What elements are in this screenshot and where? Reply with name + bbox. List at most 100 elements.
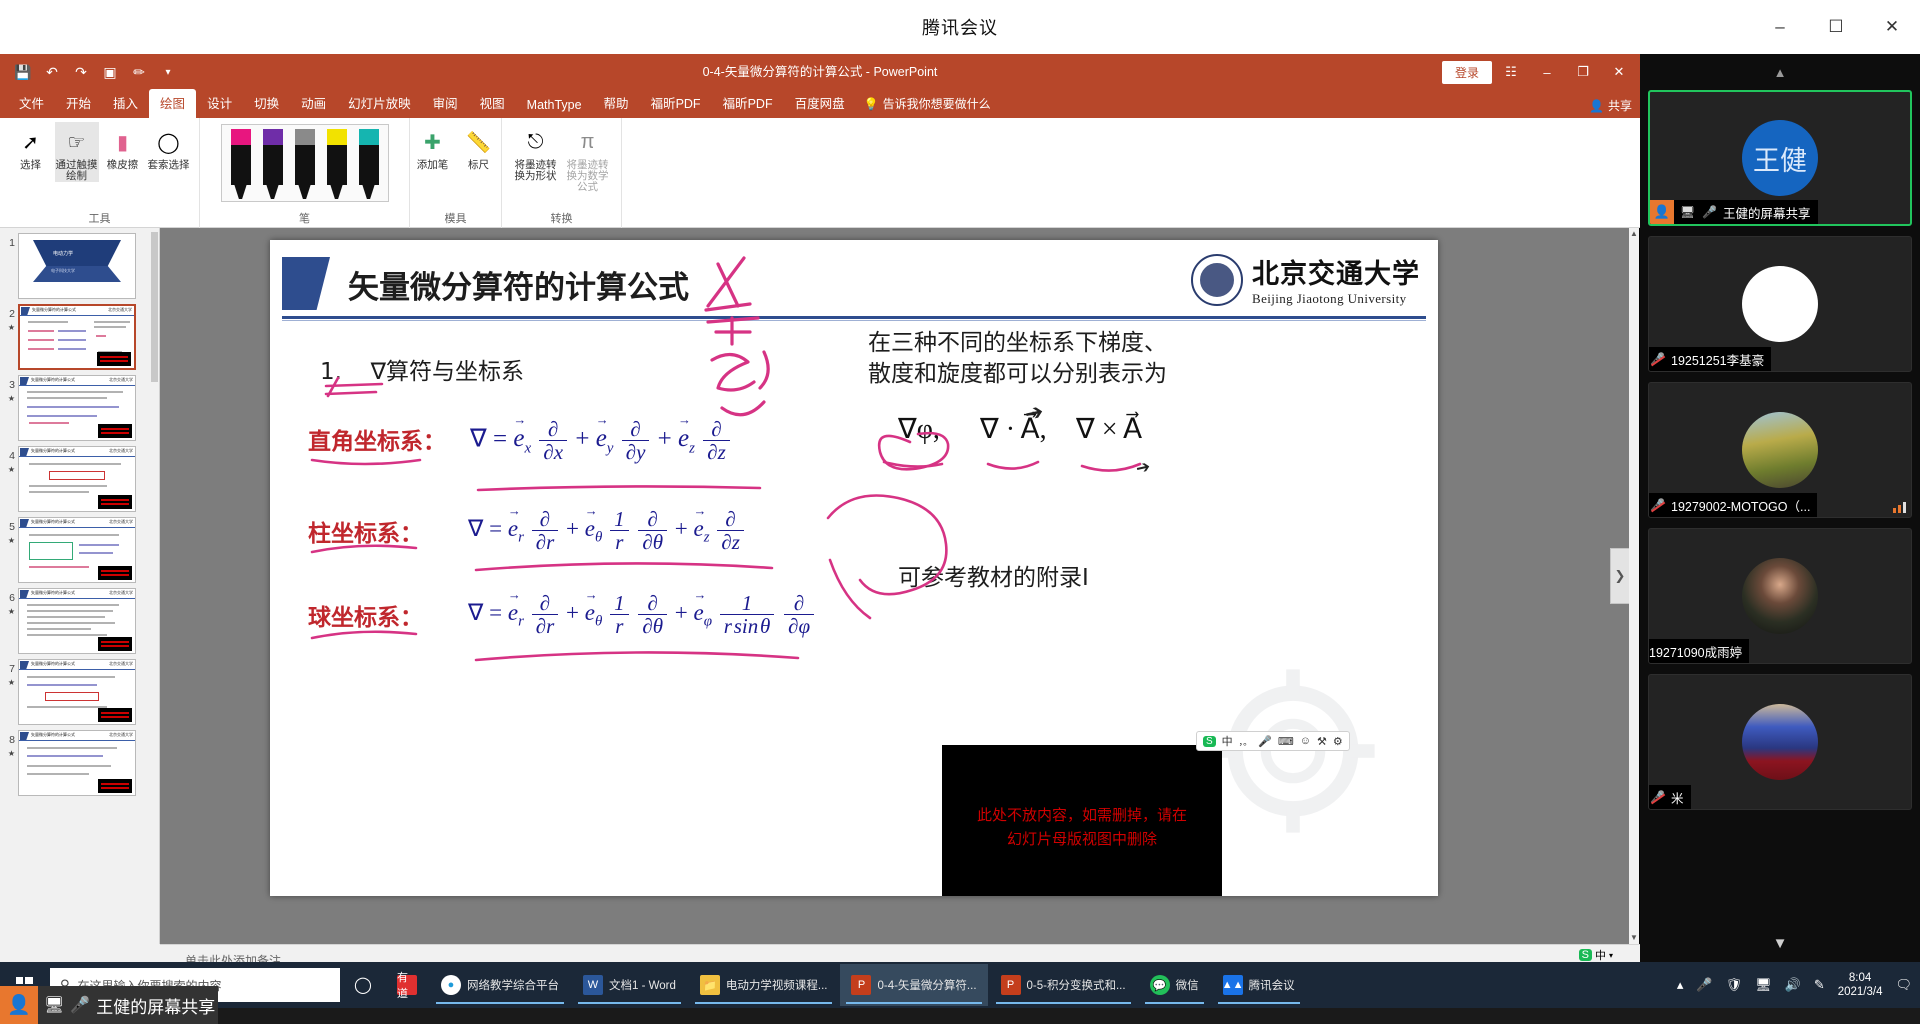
tab-design[interactable]: 设计 xyxy=(196,89,243,118)
tab-baidu-netdisk[interactable]: 百度网盘 xyxy=(784,89,856,118)
participants-scroll-down-button[interactable]: ▼ xyxy=(1640,928,1920,958)
tab-file[interactable]: 文件 xyxy=(8,89,55,118)
tab-draw[interactable]: 绘图 xyxy=(149,89,197,118)
emoji-icon[interactable]: ☺ xyxy=(1300,735,1311,747)
chevron-up-icon[interactable]: ▴ xyxy=(1677,977,1684,993)
ribbon-display-options-icon[interactable]: ☷ xyxy=(1494,57,1528,87)
thumbnail-item[interactable]: 6 ★ 矢量微分算符的计算公式 北京交通大学 xyxy=(0,583,159,654)
slide-thumbnail-5[interactable]: 矢量微分算符的计算公式 北京交通大学 xyxy=(18,517,136,583)
pen-purple[interactable] xyxy=(260,129,286,199)
share-button[interactable]: 👤 共享 xyxy=(1589,97,1632,114)
scroll-down-icon[interactable]: ▼ xyxy=(1629,932,1639,944)
participant-tile[interactable]: 19271090成雨婷 xyxy=(1648,528,1912,664)
thumbnail-item[interactable]: 8 ★ 矢量微分算符的计算公式 北京交通大学 xyxy=(0,725,159,796)
sogou-logo-icon[interactable]: S xyxy=(1203,735,1216,747)
tab-slideshow[interactable]: 幻灯片放映 xyxy=(337,89,422,118)
maximize-button[interactable]: ☐ xyxy=(1808,0,1864,54)
taskbar-item-teaching-platform[interactable]: ● 网络教学综合平台 xyxy=(430,964,570,1006)
slide-thumbnail-3[interactable]: 矢量微分算符的计算公式 北京交通大学 xyxy=(18,375,136,441)
slide-thumbnail-4[interactable]: 矢量微分算符的计算公式 北京交通大学 xyxy=(18,446,136,512)
draw-with-touch-button[interactable]: ☞ 通过触摸绘制 xyxy=(54,122,99,183)
thumbnail-item[interactable]: 7 ★ 矢量微分算符的计算公式 北京交通大学 xyxy=(0,654,159,725)
slide-thumbnail-6[interactable]: 矢量微分算符的计算公式 北京交通大学 xyxy=(18,588,136,654)
pen-icon[interactable]: ✎ xyxy=(1814,977,1825,993)
thumbnail-item[interactable]: 2 ★ 矢量微分算符的计算公式 北京交通大学 xyxy=(0,299,159,370)
tab-foxit-pdf-2[interactable]: 福昕PDF xyxy=(712,89,784,118)
slide-thumbnail-7[interactable]: 矢量微分算符的计算公式 北京交通大学 xyxy=(18,659,136,725)
ime-mode[interactable]: 中 xyxy=(1222,733,1233,749)
add-pen-button[interactable]: ✚ 添加笔 xyxy=(411,122,455,171)
chevron-down-icon[interactable]: ▾ xyxy=(1609,951,1613,960)
slide-vertical-scrollbar[interactable]: ▲ ▼ xyxy=(1629,228,1639,944)
ruler-button[interactable]: 📏 标尺 xyxy=(457,122,501,171)
tab-foxit-pdf-1[interactable]: 福昕PDF xyxy=(640,89,712,118)
tab-transitions[interactable]: 切换 xyxy=(243,89,290,118)
select-tool-button[interactable]: ➚ 选择 xyxy=(9,122,53,171)
taskbar-item-powerpoint-0-5[interactable]: P 0-5-积分变换式和... xyxy=(990,964,1137,1006)
pen-grey[interactable] xyxy=(292,129,318,199)
notes-ime-mini[interactable]: S 中 ▾ xyxy=(1578,947,1613,963)
network-icon[interactable]: 🖥 xyxy=(1755,977,1772,993)
thumbnail-item[interactable]: 3 ★ 矢量微分算符的计算公式 北京交通大学 xyxy=(0,370,159,441)
scroll-up-icon[interactable]: ▲ xyxy=(1629,228,1639,240)
slide-thumbnail-2[interactable]: 矢量微分算符的计算公式 北京交通大学 xyxy=(18,304,136,370)
minimize-button[interactable]: – xyxy=(1530,57,1564,87)
tab-animations[interactable]: 动画 xyxy=(290,89,337,118)
minimize-button[interactable]: – xyxy=(1752,0,1808,54)
ink-to-shape-button[interactable]: ⎋ 将墨迹转换为形状 xyxy=(511,122,561,182)
ime-punctuation[interactable]: ，。 xyxy=(1239,735,1253,748)
tab-home[interactable]: 开始 xyxy=(55,89,102,118)
thumbnail-item[interactable]: 4 ★ 矢量微分算符的计算公式 北京交通大学 xyxy=(0,441,159,512)
next-slide-button[interactable]: ❯ xyxy=(1610,548,1630,604)
task-view-icon[interactable]: ◯ xyxy=(340,962,386,1008)
mic-icon[interactable]: 🎤 xyxy=(1258,735,1272,748)
mic-icon[interactable]: 🎤 xyxy=(1696,977,1712,993)
slide-thumbnail-8[interactable]: 矢量微分算符的计算公式 北京交通大学 xyxy=(18,730,136,796)
thumbnail-item[interactable]: 1 电动力学 电子科技大学 xyxy=(0,228,159,299)
slide-thumbnail-1[interactable]: 电动力学 电子科技大学 xyxy=(18,233,136,299)
participant-tile[interactable]: 🎤 米 xyxy=(1648,674,1912,810)
lasso-select-button[interactable]: ◯ 套索选择 xyxy=(147,122,191,171)
sogou-logo-icon[interactable]: S xyxy=(1578,949,1592,961)
taskbar-item-word[interactable]: W 文档1 - Word xyxy=(572,964,687,1006)
close-button[interactable]: ✕ xyxy=(1864,0,1920,54)
running-indicator xyxy=(1144,1002,1204,1004)
keyboard-icon[interactable]: ⌨ xyxy=(1278,735,1294,748)
slide-canvas[interactable]: 矢量微分算符的计算公式 北京交通大学 Beijing Jiaotong Univ… xyxy=(270,240,1438,896)
slide-thumbnail-panel[interactable]: 1 电动力学 电子科技大学 2 ★ 矢量微分算符的计算公式 北京交通大学 3 ★… xyxy=(0,228,160,944)
participant-tile[interactable]: 🎤 19279002-MOTOGO（... xyxy=(1648,382,1912,518)
thumbnail-scrollbar-thumb[interactable] xyxy=(151,232,158,382)
participants-scroll-up-button[interactable]: ▲ xyxy=(1648,54,1912,90)
participant-tile[interactable]: 🎤 19251251李基豪 xyxy=(1648,236,1912,372)
restore-button[interactable]: ❐ xyxy=(1566,57,1600,87)
taskbar-item-wechat[interactable]: 💬 微信 xyxy=(1139,964,1210,1006)
participant-tile-sharer[interactable]: 王健 👤 🖥 🎤 王健的屏幕共享 xyxy=(1648,90,1912,226)
pen-pink[interactable] xyxy=(228,129,254,199)
tab-insert[interactable]: 插入 xyxy=(102,89,149,118)
taskbar-item-tencent-meeting[interactable]: ▲▲ 腾讯会议 xyxy=(1212,964,1306,1006)
ime-toolbar[interactable]: S 中 ，。 🎤 ⌨ ☺ ⚒ ⚙ xyxy=(1196,731,1350,751)
tab-view[interactable]: 视图 xyxy=(469,89,516,118)
ime-mode[interactable]: 中 xyxy=(1595,947,1606,963)
thumbnail-item[interactable]: 5 ★ 矢量微分算符的计算公式 北京交通大学 xyxy=(0,512,159,583)
taskbar-item-youdao[interactable]: 有道 xyxy=(386,964,428,1006)
taskbar-item-powerpoint-0-4[interactable]: P 0-4-矢量微分算符... xyxy=(840,964,988,1006)
tab-mathtype[interactable]: MathType xyxy=(516,94,593,118)
tab-help[interactable]: 帮助 xyxy=(593,89,640,118)
thumbnail-scrollbar[interactable] xyxy=(150,230,159,942)
tab-review[interactable]: 审阅 xyxy=(422,89,469,118)
tell-me-search[interactable]: 💡 告诉我你想要做什么 xyxy=(856,91,999,118)
close-button[interactable]: ✕ xyxy=(1602,57,1636,87)
clock[interactable]: 8:04 2021/3/4 xyxy=(1838,971,1883,1000)
sign-in-button[interactable]: 登录 xyxy=(1441,60,1492,84)
settings-icon[interactable]: ⚙ xyxy=(1333,735,1343,748)
pen-gallery[interactable] xyxy=(220,124,389,202)
volume-icon[interactable]: 🔊 xyxy=(1785,977,1801,993)
security-icon[interactable]: 🛡 xyxy=(1726,977,1743,993)
taskbar-item-folder[interactable]: 📁 电动力学视频课程... xyxy=(689,964,839,1006)
pen-teal[interactable] xyxy=(356,129,382,199)
pen-yellow[interactable] xyxy=(324,129,350,199)
eraser-button[interactable]: ▮ 橡皮擦 xyxy=(101,122,145,171)
action-center-icon[interactable]: 🗨 xyxy=(1895,977,1912,993)
toolbox-icon[interactable]: ⚒ xyxy=(1317,735,1327,748)
